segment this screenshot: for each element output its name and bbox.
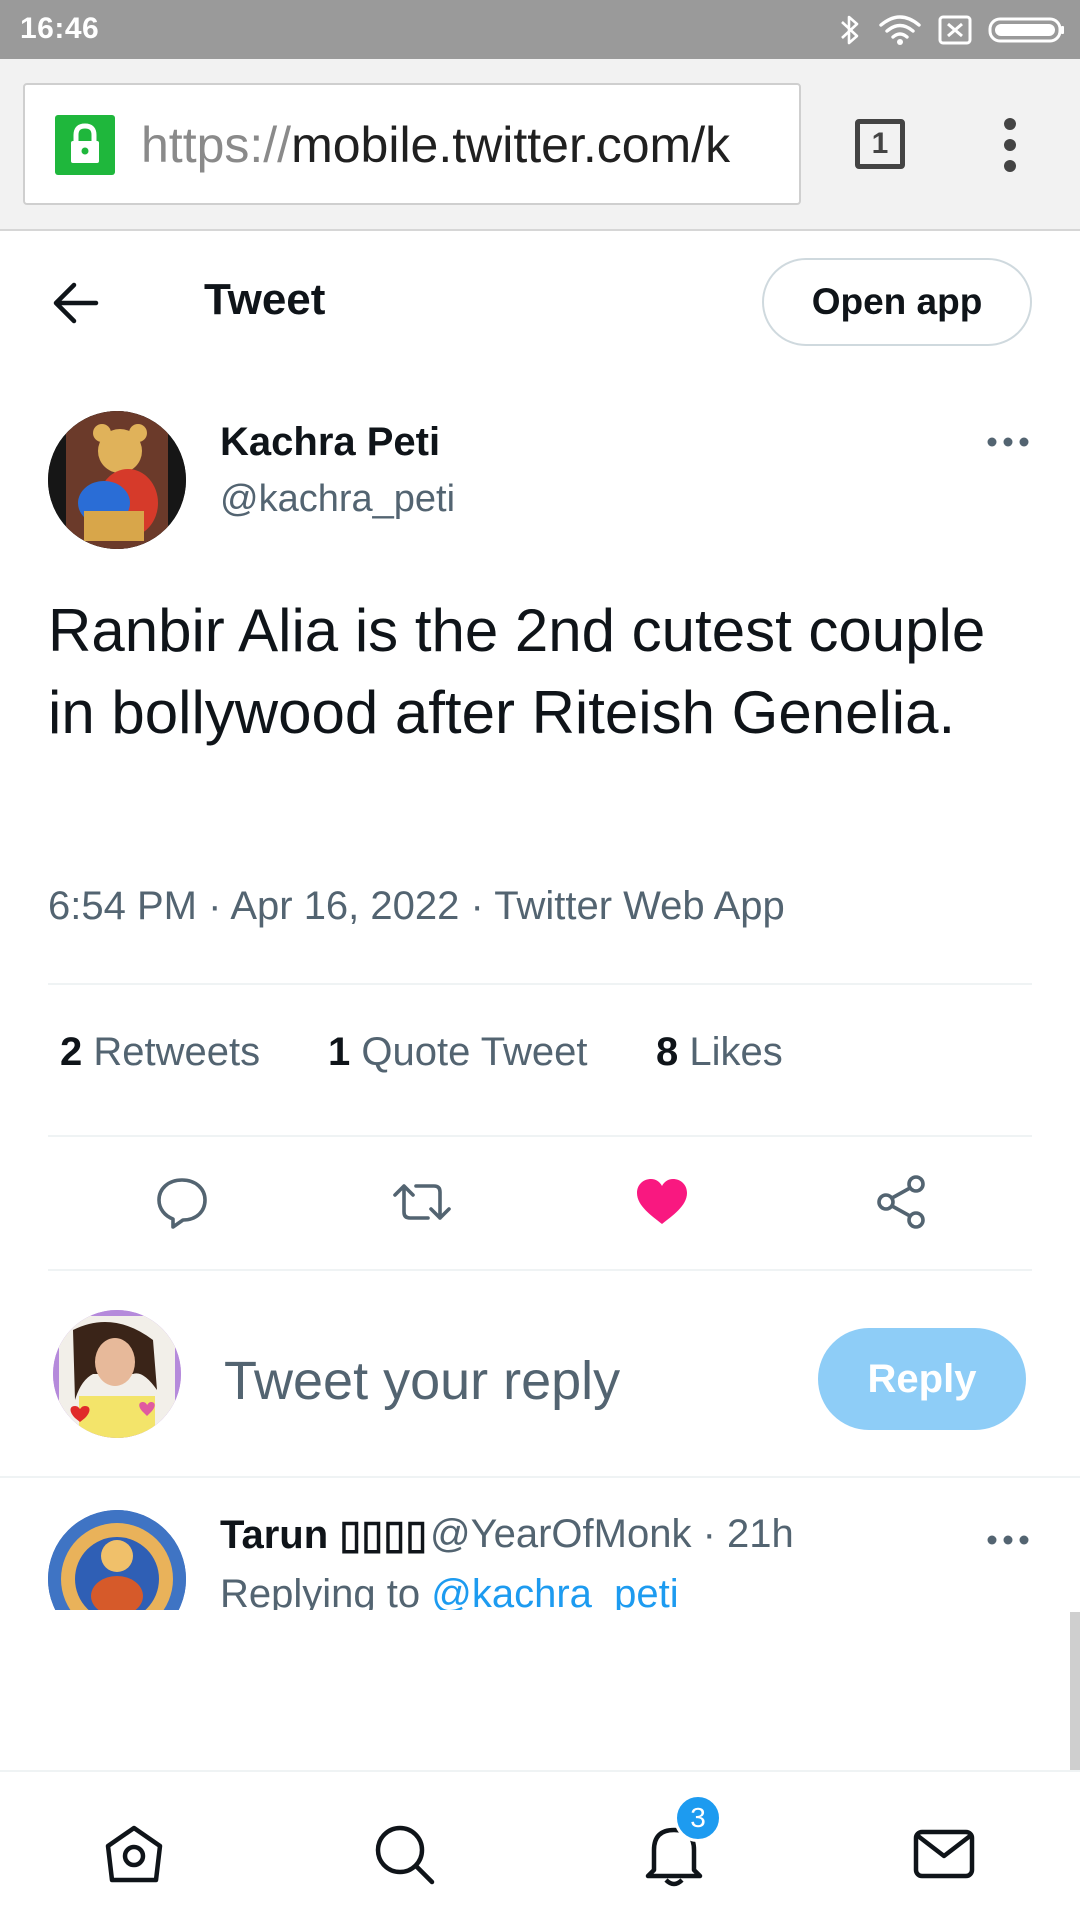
- more-horizontal-icon[interactable]: [986, 430, 1030, 454]
- likes-count: 8: [656, 1030, 679, 1074]
- reply-author-avatar[interactable]: [48, 1510, 186, 1610]
- notifications-badge: 3: [674, 1794, 722, 1842]
- search-icon[interactable]: [370, 1820, 438, 1888]
- author-avatar[interactable]: [48, 411, 186, 549]
- page-title: Tweet: [204, 275, 326, 324]
- url-bar[interactable]: https://mobile.twitter.com/k: [23, 83, 801, 205]
- meta-separator: ·: [208, 884, 222, 928]
- replying-to: Replying to @kachra_peti: [220, 1572, 679, 1610]
- lock-icon: [55, 115, 115, 175]
- reply-icon[interactable]: [152, 1172, 212, 1232]
- divider: [48, 1269, 1032, 1271]
- meta-separator: ·: [470, 884, 484, 928]
- reply-tweet[interactable]: Tarun ▯▯▯▯ @YearOfMonk · 21h Replying to…: [0, 1480, 1080, 1610]
- url-text: https://mobile.twitter.com/k: [141, 115, 730, 175]
- divider: [48, 983, 1032, 985]
- replying-to-link[interactable]: @kachra_peti: [431, 1572, 678, 1610]
- author-handle[interactable]: @kachra_peti: [220, 478, 455, 521]
- tweet-source[interactable]: Twitter Web App: [494, 884, 785, 928]
- home-icon[interactable]: [100, 1820, 168, 1888]
- url-scheme: https://: [141, 117, 292, 173]
- status-time: 16:46: [20, 12, 100, 45]
- status-icons: [838, 10, 1066, 50]
- back-arrow-icon[interactable]: [48, 276, 102, 330]
- battery-icon: [988, 17, 1064, 43]
- tweet-meta: 6:54 PM · Apr 16, 2022 · Twitter Web App: [48, 884, 785, 929]
- reply-author-handle[interactable]: @YearOfMonk · 21h: [430, 1512, 794, 1557]
- bluetooth-icon: [841, 15, 859, 45]
- more-vert-icon[interactable]: [998, 117, 1022, 173]
- url-host: mobile.twitter.com/k: [291, 117, 731, 173]
- reply-input[interactable]: Tweet your reply: [224, 1350, 620, 1412]
- current-user-avatar[interactable]: [53, 1310, 181, 1438]
- wifi-icon: [879, 15, 921, 45]
- like-icon[interactable]: [632, 1172, 692, 1232]
- no-sim-icon: [938, 15, 972, 45]
- browser-toolbar: https://mobile.twitter.com/k 1: [0, 59, 1080, 231]
- tweet-text: Ranbir Alia is the 2nd cutest couple in …: [48, 597, 986, 746]
- tweet-time[interactable]: 6:54 PM: [48, 884, 197, 928]
- tab-switcher-button[interactable]: 1: [855, 119, 905, 169]
- bottom-nav: [0, 1770, 1080, 1922]
- replying-prefix: Replying to: [220, 1572, 432, 1610]
- share-icon[interactable]: [872, 1172, 932, 1232]
- reply-author-name[interactable]: Tarun ▯▯▯▯: [220, 1512, 427, 1558]
- retweets-stat[interactable]: 2 Retweets: [60, 1030, 260, 1075]
- retweets-count: 2: [60, 1030, 83, 1074]
- more-horizontal-icon[interactable]: [986, 1528, 1030, 1552]
- quotes-label: Quote Tweet: [361, 1030, 588, 1074]
- status-bar: 16:46: [0, 0, 1080, 59]
- likes-stat[interactable]: 8 Likes: [656, 1030, 783, 1075]
- divider: [48, 1135, 1032, 1137]
- quotes-stat[interactable]: 1 Quote Tweet: [328, 1030, 587, 1075]
- quotes-count: 1: [328, 1030, 351, 1074]
- author-name[interactable]: Kachra Peti: [220, 420, 440, 465]
- reply-button[interactable]: Reply: [818, 1328, 1026, 1430]
- retweet-icon[interactable]: [392, 1172, 452, 1232]
- messages-icon[interactable]: [910, 1820, 978, 1888]
- tweet-date[interactable]: Apr 16, 2022: [230, 884, 459, 928]
- open-app-button[interactable]: Open app: [762, 258, 1032, 346]
- likes-label: Likes: [689, 1030, 783, 1074]
- divider: [0, 1476, 1080, 1478]
- retweets-label: Retweets: [93, 1030, 261, 1074]
